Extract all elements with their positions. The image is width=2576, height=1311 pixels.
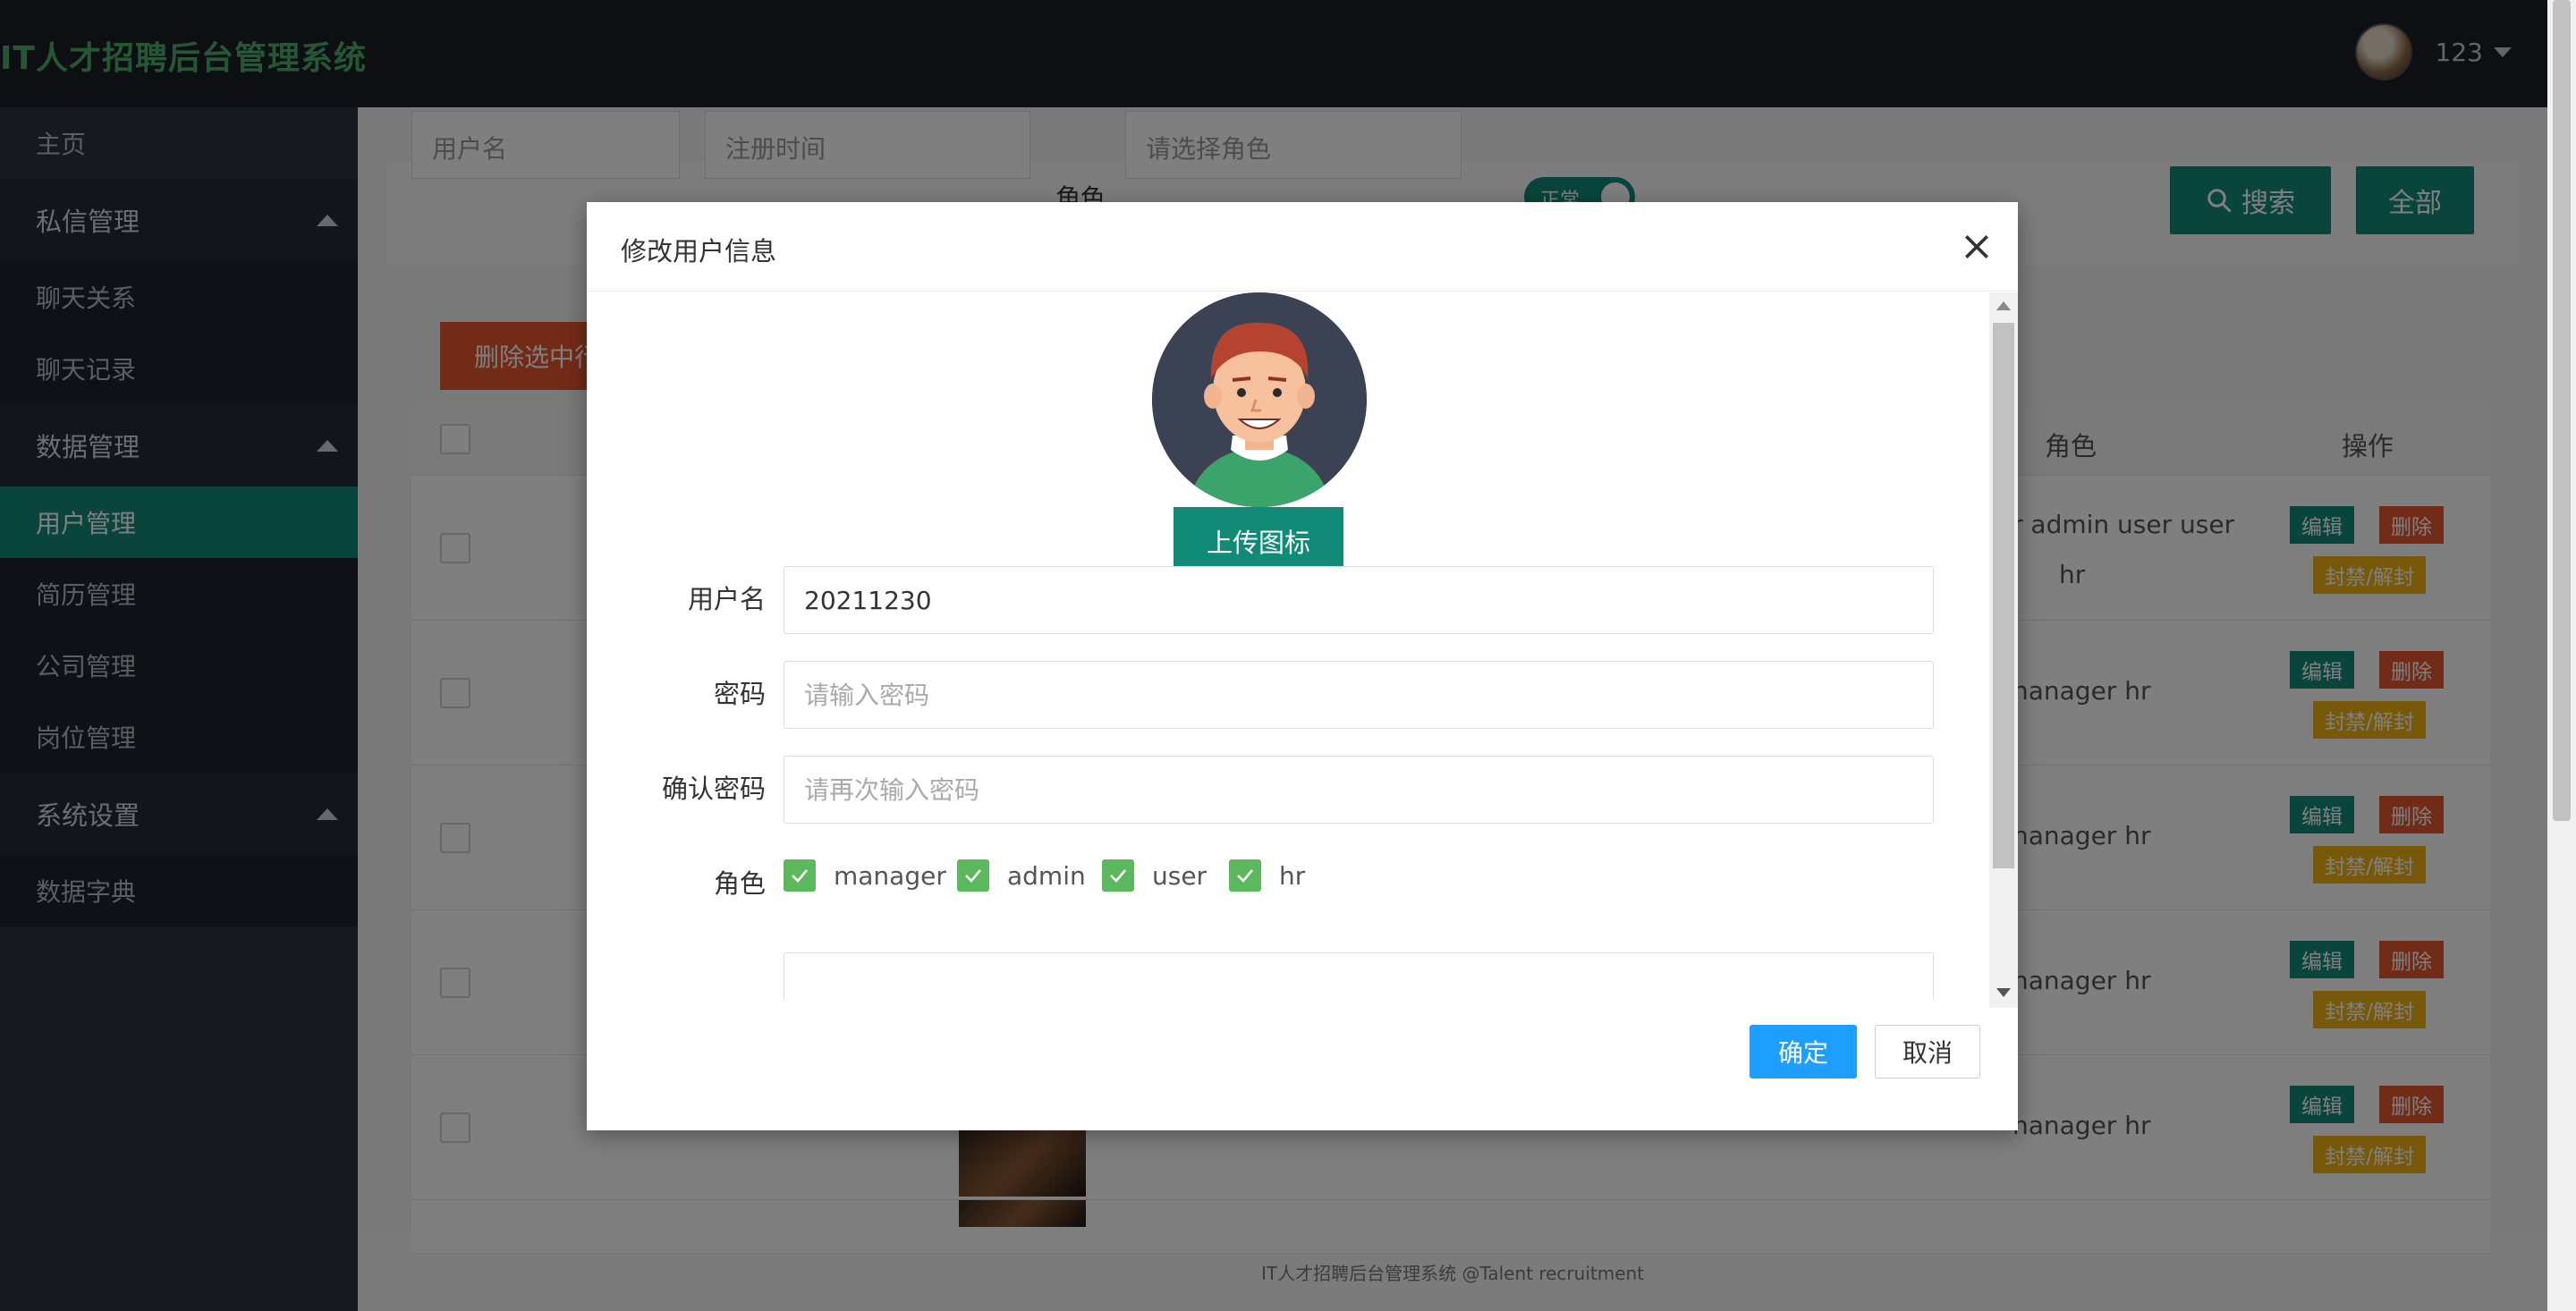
modal-scrollbar-thumb[interactable] — [1993, 323, 2014, 868]
role-checkbox-user[interactable]: user — [1102, 859, 1207, 892]
window-scrollbar-thumb[interactable] — [2553, 0, 2571, 821]
profile-avatar — [1152, 292, 1367, 507]
modal-header: 修改用户信息 — [587, 202, 2018, 292]
scroll-up-icon[interactable] — [1996, 301, 2011, 310]
cancel-button[interactable]: 取消 — [1875, 1025, 1980, 1078]
confirm-password-input[interactable] — [784, 756, 1934, 824]
checkbox-checked-icon[interactable] — [1229, 859, 1261, 892]
scroll-down-icon[interactable] — [1996, 988, 2011, 997]
modal-body: 上传图标 用户名 密码 确认密码 角色 manager admin user h… — [587, 292, 1989, 999]
password-label: 密码 — [713, 679, 766, 709]
role-checkbox-admin[interactable]: admin — [957, 859, 1086, 892]
close-icon[interactable] — [1959, 229, 1995, 265]
upload-icon-button[interactable]: 上传图标 — [1174, 507, 1343, 575]
checkbox-checked-icon[interactable] — [784, 859, 816, 892]
role-option-label: manager — [834, 860, 946, 891]
confirm-button[interactable]: 确定 — [1750, 1025, 1857, 1078]
checkbox-checked-icon[interactable] — [1102, 859, 1134, 892]
edit-user-modal: 修改用户信息 上传图标 用户名 20211230 密码 确认密码 角色 mana… — [587, 202, 2018, 1130]
username-label: 用户名 — [687, 584, 766, 614]
modal-scrollbar[interactable] — [1989, 292, 2018, 1008]
role-checkbox-manager[interactable]: manager — [784, 859, 946, 892]
username-input[interactable] — [784, 566, 1934, 634]
avatar-illustration-icon — [1152, 292, 1367, 507]
next-field-input[interactable] — [784, 952, 1934, 999]
checkbox-checked-icon[interactable] — [957, 859, 989, 892]
modal-footer: 确定 取消 — [587, 1025, 2018, 1130]
password-input[interactable] — [784, 661, 1934, 729]
confirm-password-label: 确认密码 — [661, 774, 766, 804]
role-checkbox-hr[interactable]: hr — [1229, 859, 1305, 892]
role-option-label: user — [1152, 860, 1208, 891]
role-label: 角色 — [713, 868, 766, 899]
modal-title: 修改用户信息 — [621, 236, 777, 266]
role-option-label: hr — [1279, 860, 1306, 891]
role-option-label: admin — [1007, 860, 1086, 891]
window-scrollbar[interactable] — [2547, 0, 2576, 1311]
